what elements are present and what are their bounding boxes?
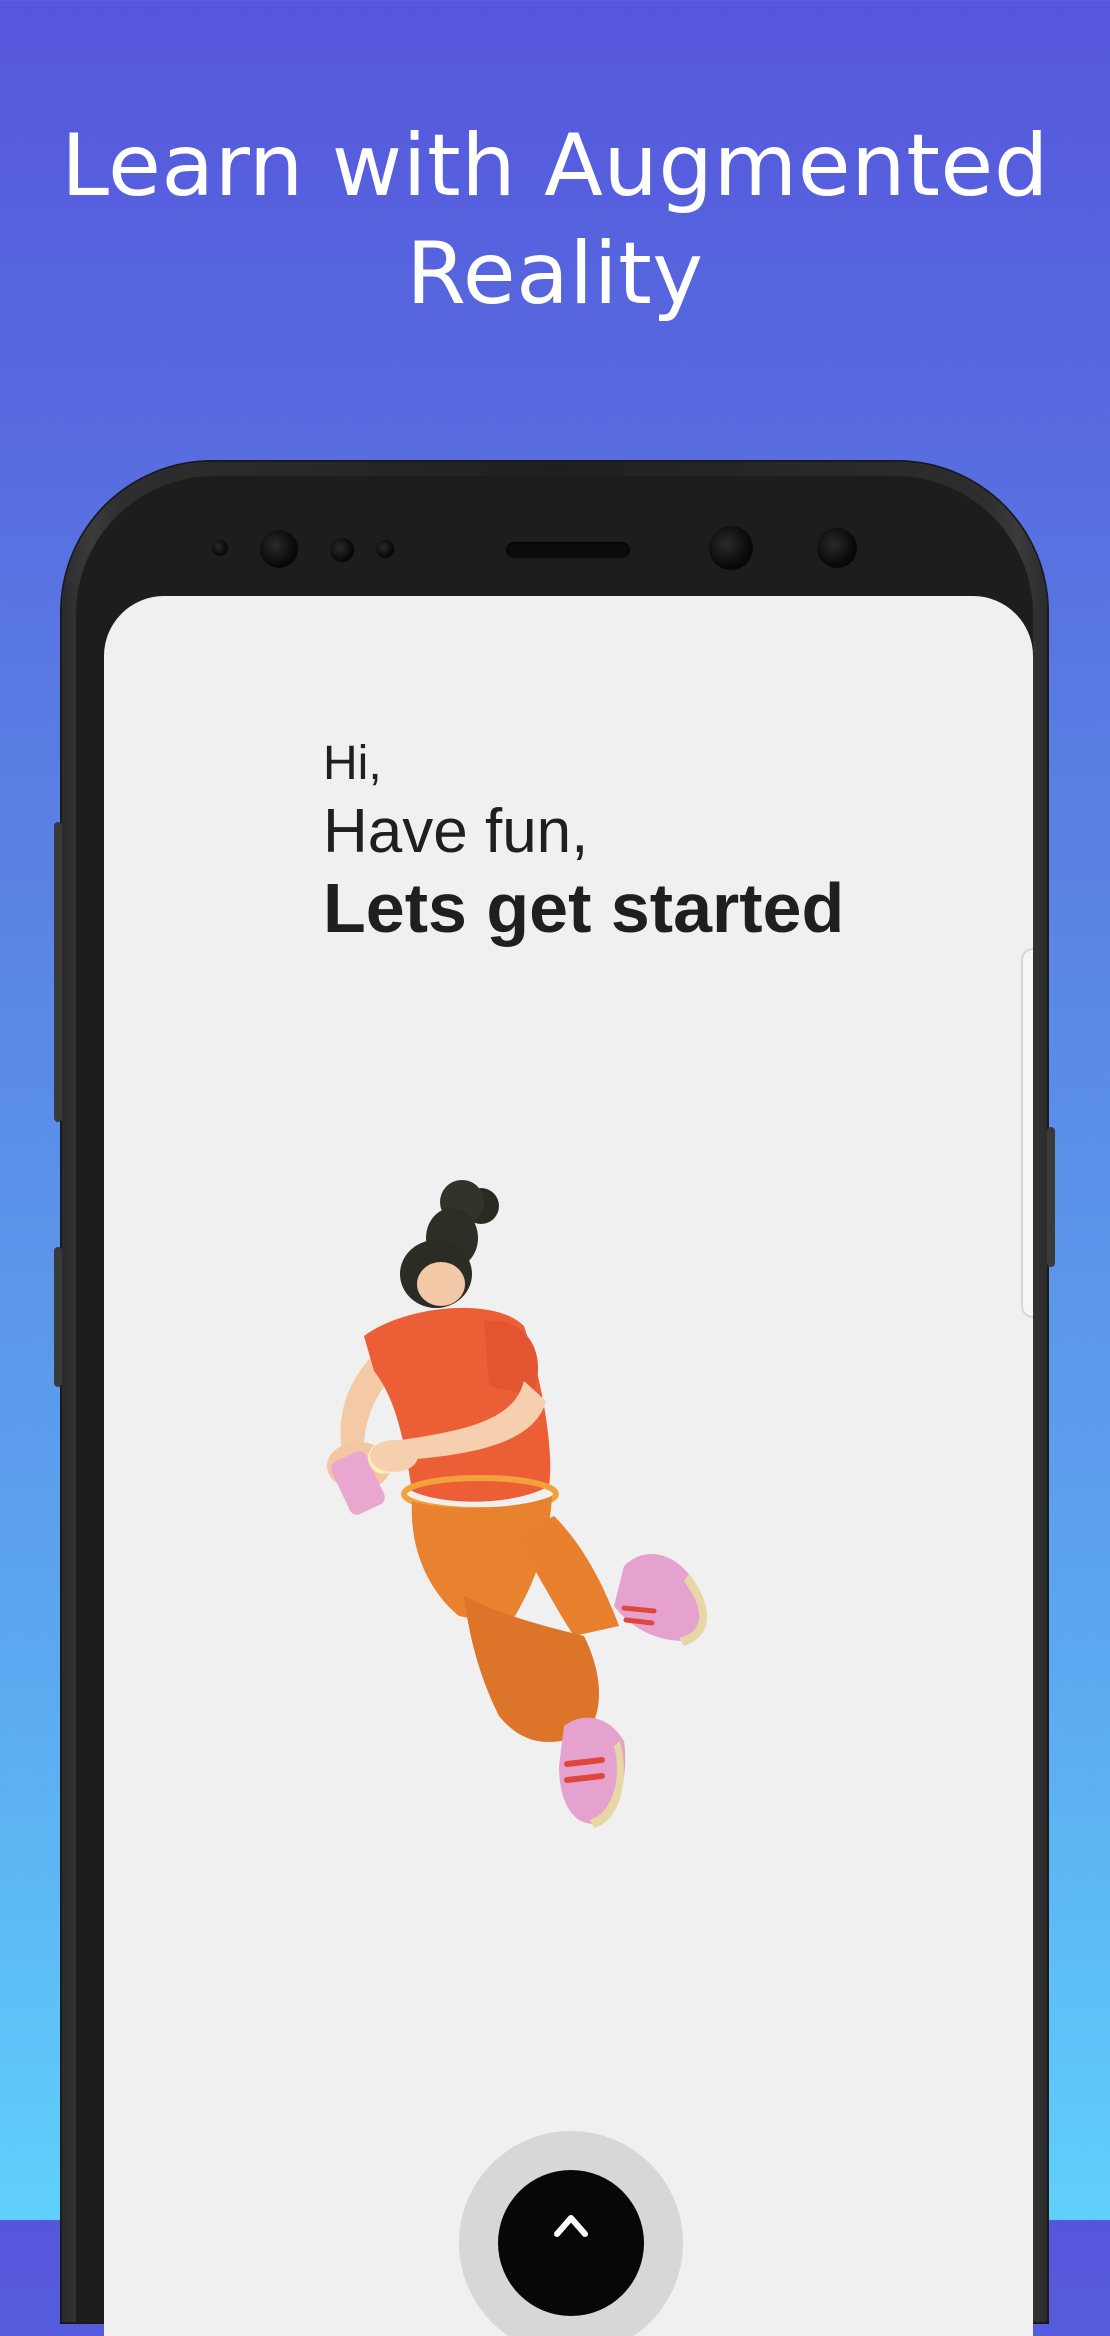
greeting-have-fun: Have fun, (323, 797, 589, 866)
phone-bezel: Hi, Have fun, Lets get started (76, 476, 1033, 2336)
promo-title-line-2: Reality (406, 224, 704, 324)
front-camera-icon (709, 526, 753, 570)
proximity-sensor-icon (212, 540, 228, 556)
sleeve (484, 1320, 539, 1396)
iris-camera-icon (260, 530, 298, 568)
phone-screen: Hi, Have fun, Lets get started (104, 596, 1033, 2336)
earpiece-speaker (506, 542, 630, 558)
power-button (1047, 1127, 1055, 1267)
led-icon (376, 540, 394, 558)
promo-title-line-1: Learn with Augmented (61, 116, 1049, 216)
start-button-ring (459, 2131, 683, 2336)
bixby-button (54, 1247, 62, 1387)
shoe-back (614, 1554, 707, 1641)
chevron-up-icon (554, 2215, 588, 2237)
shoe-stripe (564, 1773, 605, 1783)
greeting-hi: Hi, (323, 737, 382, 790)
promo-title: Learn with Augmented Reality (0, 112, 1110, 328)
greeting-lets-get-started: Lets get started (323, 869, 845, 947)
girl-with-phone-illustration (327, 1180, 708, 1828)
light-sensor-icon (330, 538, 354, 562)
face (417, 1262, 465, 1306)
phone-mockup: Hi, Have fun, Lets get started (54, 462, 1055, 2336)
shoe-stripe (564, 1757, 605, 1767)
iris-scanner-icon (817, 528, 857, 568)
shoe-stripe (621, 1605, 657, 1614)
edge-panel-handle[interactable] (1021, 948, 1033, 1318)
volume-button (54, 822, 62, 1122)
shoe-stripe (623, 1617, 655, 1626)
hands-with-phone (327, 1440, 418, 1515)
start-button[interactable] (498, 2170, 644, 2316)
